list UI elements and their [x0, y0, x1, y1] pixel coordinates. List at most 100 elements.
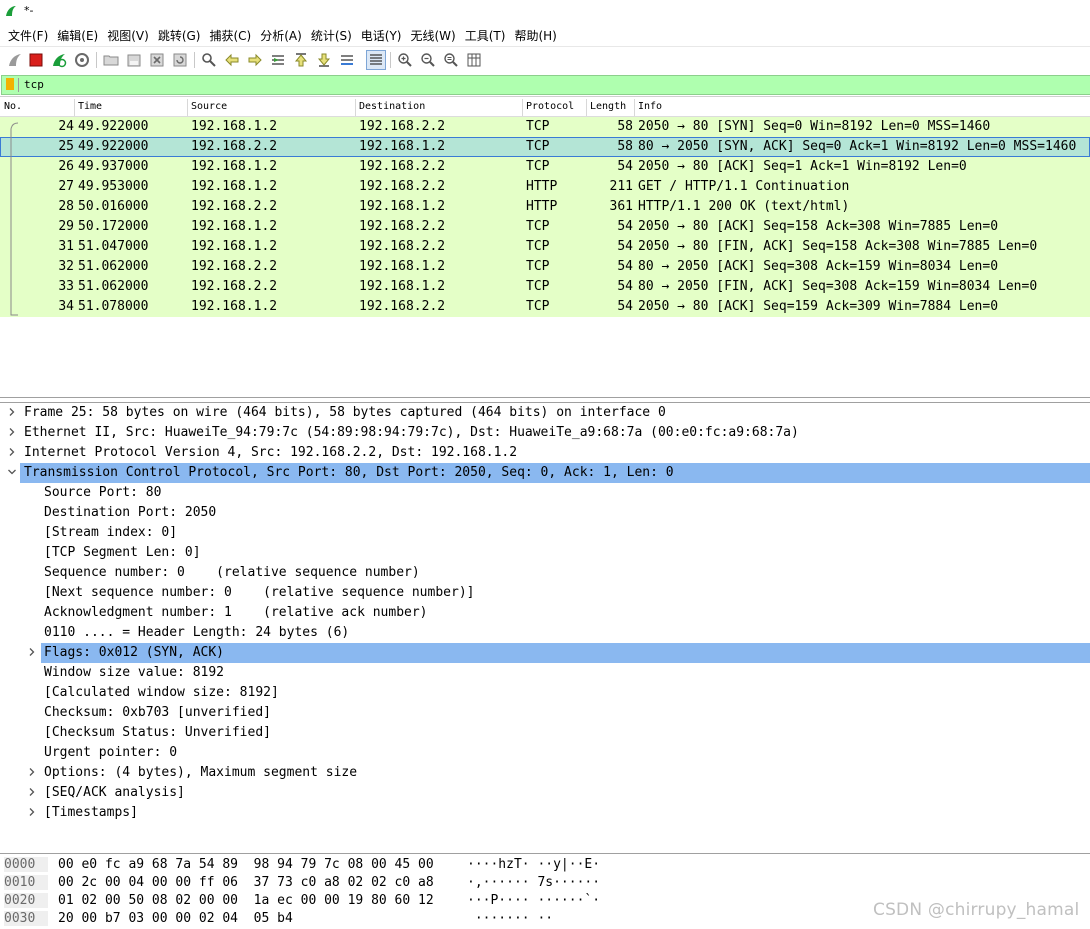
- stop-capture-icon[interactable]: [27, 51, 45, 69]
- detail-row[interactable]: Destination Port: 2050: [0, 503, 1090, 523]
- menu-go[interactable]: 跳转(G): [158, 23, 201, 45]
- detail-row[interactable]: Flags: 0x012 (SYN, ACK): [0, 643, 1090, 663]
- packet-row-selected[interactable]: 25 49.922000 192.168.2.2 192.168.1.2 TCP…: [0, 137, 1090, 157]
- packet-row[interactable]: 31 51.047000 192.168.1.2 192.168.2.2 TCP…: [0, 237, 1090, 257]
- menu-capture[interactable]: 捕获(C): [209, 23, 251, 45]
- chevron-down-icon[interactable]: [7, 467, 17, 477]
- bytes-hex: 01 02 00 50 08 02 00 00 1a ec 00 00 19 8…: [58, 893, 434, 908]
- menu-help[interactable]: 帮助(H): [514, 23, 556, 45]
- bytes-row[interactable]: 0000 00 e0 fc a9 68 7a 54 89 98 94 79 7c …: [0, 856, 1090, 874]
- chevron-right-icon[interactable]: [27, 647, 37, 657]
- menu-file[interactable]: 文件(F): [8, 23, 48, 45]
- detail-row[interactable]: [Calculated window size: 8192]: [0, 683, 1090, 703]
- column-header-info[interactable]: Info: [638, 101, 662, 116]
- detail-row[interactable]: Source Port: 80: [0, 483, 1090, 503]
- packet-source: 192.168.1.2: [191, 159, 278, 174]
- detail-text: Frame 25: 58 bytes on wire (464 bits), 5…: [24, 405, 666, 420]
- restart-capture-icon[interactable]: [50, 51, 68, 69]
- conversation-bracket-icon: [10, 122, 19, 316]
- column-header-source[interactable]: Source: [191, 101, 227, 116]
- shark-fin-icon[interactable]: [6, 51, 24, 69]
- detail-row[interactable]: Ethernet II, Src: HuaweiTe_94:79:7c (54:…: [0, 423, 1090, 443]
- detail-row[interactable]: 0110 .... = Header Length: 24 bytes (6): [0, 623, 1090, 643]
- detail-row[interactable]: [TCP Segment Len: 0]: [0, 543, 1090, 563]
- bookmark-icon[interactable]: [6, 78, 14, 90]
- packet-row[interactable]: 24 49.922000 192.168.1.2 192.168.2.2 TCP…: [0, 117, 1090, 137]
- packet-destination: 192.168.1.2: [359, 139, 446, 154]
- packet-destination: 192.168.1.2: [359, 199, 446, 214]
- auto-scroll-icon[interactable]: [338, 51, 356, 69]
- detail-text: Destination Port: 2050: [44, 505, 217, 520]
- detail-row[interactable]: [Next sequence number: 0 (relative seque…: [0, 583, 1090, 603]
- detail-text: Urgent pointer: 0: [44, 745, 178, 760]
- bytes-row[interactable]: 0010 00 2c 00 04 00 00 ff 06 37 73 c0 a8 …: [0, 874, 1090, 892]
- detail-row[interactable]: Frame 25: 58 bytes on wire (464 bits), 5…: [0, 403, 1090, 423]
- go-back-icon[interactable]: [223, 51, 241, 69]
- detail-row[interactable]: [Stream index: 0]: [0, 523, 1090, 543]
- open-file-icon[interactable]: [102, 51, 120, 69]
- zoom-in-icon[interactable]: [396, 51, 414, 69]
- capture-options-icon[interactable]: [73, 51, 91, 69]
- detail-row[interactable]: Urgent pointer: 0: [0, 743, 1090, 763]
- detail-text: Options: (4 bytes), Maximum segment size: [44, 765, 358, 780]
- packet-row[interactable]: 28 50.016000 192.168.2.2 192.168.1.2 HTT…: [0, 197, 1090, 217]
- go-last-icon[interactable]: [315, 51, 333, 69]
- menu-telephony[interactable]: 电话(Y): [361, 23, 402, 45]
- chevron-right-icon[interactable]: [7, 447, 17, 457]
- packet-source: 192.168.2.2: [191, 199, 278, 214]
- go-forward-icon[interactable]: [246, 51, 264, 69]
- column-header-time[interactable]: Time: [78, 101, 102, 116]
- column-header-no[interactable]: No.: [4, 101, 22, 116]
- chevron-right-icon[interactable]: [27, 807, 37, 817]
- go-first-icon[interactable]: [292, 51, 310, 69]
- save-file-icon[interactable]: [125, 51, 143, 69]
- menu-edit[interactable]: 编辑(E): [57, 23, 98, 45]
- chevron-right-icon[interactable]: [27, 767, 37, 777]
- packet-no: 27: [58, 179, 74, 194]
- menu-analyze[interactable]: 分析(A): [260, 23, 302, 45]
- packet-row[interactable]: 26 49.937000 192.168.1.2 192.168.2.2 TCP…: [0, 157, 1090, 177]
- detail-row[interactable]: Checksum: 0xb703 [unverified]: [0, 703, 1090, 723]
- find-packet-icon[interactable]: [200, 51, 218, 69]
- detail-row[interactable]: [SEQ/ACK analysis]: [0, 783, 1090, 803]
- detail-row[interactable]: Options: (4 bytes), Maximum segment size: [0, 763, 1090, 783]
- packet-time: 49.937000: [78, 159, 149, 174]
- detail-row[interactable]: Transmission Control Protocol, Src Port:…: [0, 463, 1090, 483]
- display-filter-input[interactable]: [24, 76, 1024, 92]
- packet-no: 34: [58, 299, 74, 314]
- column-header-destination[interactable]: Destination: [359, 101, 425, 116]
- menu-statistics[interactable]: 统计(S): [311, 23, 352, 45]
- detail-row[interactable]: Acknowledgment number: 1 (relative ack n…: [0, 603, 1090, 623]
- detail-row[interactable]: [Timestamps]: [0, 803, 1090, 823]
- packet-row[interactable]: 32 51.062000 192.168.2.2 192.168.1.2 TCP…: [0, 257, 1090, 277]
- detail-row[interactable]: Window size value: 8192: [0, 663, 1090, 683]
- chevron-right-icon[interactable]: [7, 427, 17, 437]
- close-file-icon[interactable]: [148, 51, 166, 69]
- packet-length: 54: [617, 299, 633, 314]
- packet-details-tree: Frame 25: 58 bytes on wire (464 bits), 5…: [0, 402, 1090, 851]
- go-to-packet-icon[interactable]: [269, 51, 287, 69]
- colorize-icon[interactable]: [366, 50, 386, 70]
- detail-row[interactable]: [Checksum Status: Unverified]: [0, 723, 1090, 743]
- packet-row[interactable]: 34 51.078000 192.168.1.2 192.168.2.2 TCP…: [0, 297, 1090, 317]
- menu-tools[interactable]: 工具(T): [465, 23, 506, 45]
- packet-destination: 192.168.2.2: [359, 119, 446, 134]
- zoom-normal-icon[interactable]: [442, 51, 460, 69]
- menu-view[interactable]: 视图(V): [107, 23, 149, 45]
- chevron-right-icon[interactable]: [27, 787, 37, 797]
- menu-wireless[interactable]: 无线(W): [411, 23, 456, 45]
- packet-source: 192.168.1.2: [191, 239, 278, 254]
- packet-row[interactable]: 29 50.172000 192.168.1.2 192.168.2.2 TCP…: [0, 217, 1090, 237]
- detail-row[interactable]: Sequence number: 0 (relative sequence nu…: [0, 563, 1090, 583]
- packet-length: 211: [609, 179, 633, 194]
- column-header-length[interactable]: Length: [590, 101, 626, 116]
- packet-destination: 192.168.2.2: [359, 159, 446, 174]
- packet-row[interactable]: 27 49.953000 192.168.1.2 192.168.2.2 HTT…: [0, 177, 1090, 197]
- chevron-right-icon[interactable]: [7, 407, 17, 417]
- detail-row[interactable]: Internet Protocol Version 4, Src: 192.16…: [0, 443, 1090, 463]
- resize-columns-icon[interactable]: [465, 51, 483, 69]
- zoom-out-icon[interactable]: [419, 51, 437, 69]
- reload-file-icon[interactable]: [171, 51, 189, 69]
- column-header-protocol[interactable]: Protocol: [526, 101, 574, 116]
- packet-row[interactable]: 33 51.062000 192.168.2.2 192.168.1.2 TCP…: [0, 277, 1090, 297]
